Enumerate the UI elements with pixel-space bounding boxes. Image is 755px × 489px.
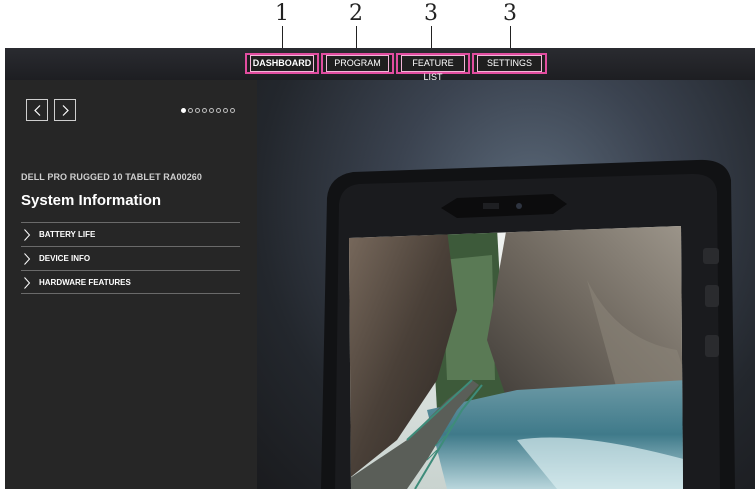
chevron-right-icon	[24, 253, 31, 265]
tab-dashboard-label: DASHBOARD	[250, 55, 314, 72]
menu-item-label: BATTERY LIFE	[39, 230, 96, 239]
callout-number-2: 2	[349, 1, 363, 26]
menu-item-battery-life[interactable]: BATTERY LIFE	[21, 222, 240, 246]
chevron-right-icon	[24, 277, 31, 289]
tab-program[interactable]: PROGRAM	[321, 53, 394, 74]
top-nav-bar: DASHBOARD PROGRAM FEATURE LIST SETTINGS	[5, 48, 755, 82]
hero-tablet-image	[257, 80, 755, 489]
page-dot[interactable]	[188, 107, 193, 113]
previous-button[interactable]	[26, 99, 48, 121]
tab-feature-list[interactable]: FEATURE LIST	[396, 53, 470, 82]
tablet-illustration	[321, 159, 735, 489]
menu-item-label: DEVICE INFO	[39, 254, 91, 263]
chevron-right-icon	[62, 105, 69, 116]
tab-dashboard[interactable]: DASHBOARD	[245, 53, 319, 74]
callout-number-3a: 3	[424, 1, 438, 26]
chevron-right-icon	[24, 229, 31, 241]
page-indicator	[181, 106, 235, 114]
device-name: DELL PRO RUGGED 10 TABLET RA00260	[21, 172, 203, 182]
next-button[interactable]	[54, 99, 76, 121]
menu-item-device-info[interactable]: DEVICE INFO	[21, 246, 240, 270]
tab-program-label: PROGRAM	[326, 55, 389, 72]
page-dot[interactable]	[195, 107, 200, 113]
page-dot[interactable]	[202, 107, 207, 113]
chevron-left-icon	[34, 105, 41, 116]
page-title: System Information	[21, 192, 162, 209]
page-dot[interactable]	[230, 107, 235, 113]
tab-settings-label: SETTINGS	[477, 55, 542, 72]
page-dot[interactable]	[216, 107, 221, 113]
info-menu: BATTERY LIFE DEVICE INFO HARDWARE FEATUR…	[21, 222, 240, 294]
page-dot[interactable]	[209, 107, 214, 113]
sidebar: DELL PRO RUGGED 10 TABLET RA00260 System…	[5, 80, 257, 489]
callout-number-1: 1	[275, 1, 289, 26]
page-dot-active[interactable]	[181, 107, 186, 113]
page-dot[interactable]	[223, 107, 228, 113]
callout-number-3b: 3	[503, 1, 517, 26]
app-screen: DASHBOARD PROGRAM FEATURE LIST SETTINGS	[5, 48, 755, 489]
menu-item-label: HARDWARE FEATURES	[39, 278, 131, 287]
menu-item-hardware-features[interactable]: HARDWARE FEATURES	[21, 270, 240, 294]
tab-settings[interactable]: SETTINGS	[472, 53, 547, 74]
tab-feature-list-label: FEATURE LIST	[401, 55, 465, 82]
